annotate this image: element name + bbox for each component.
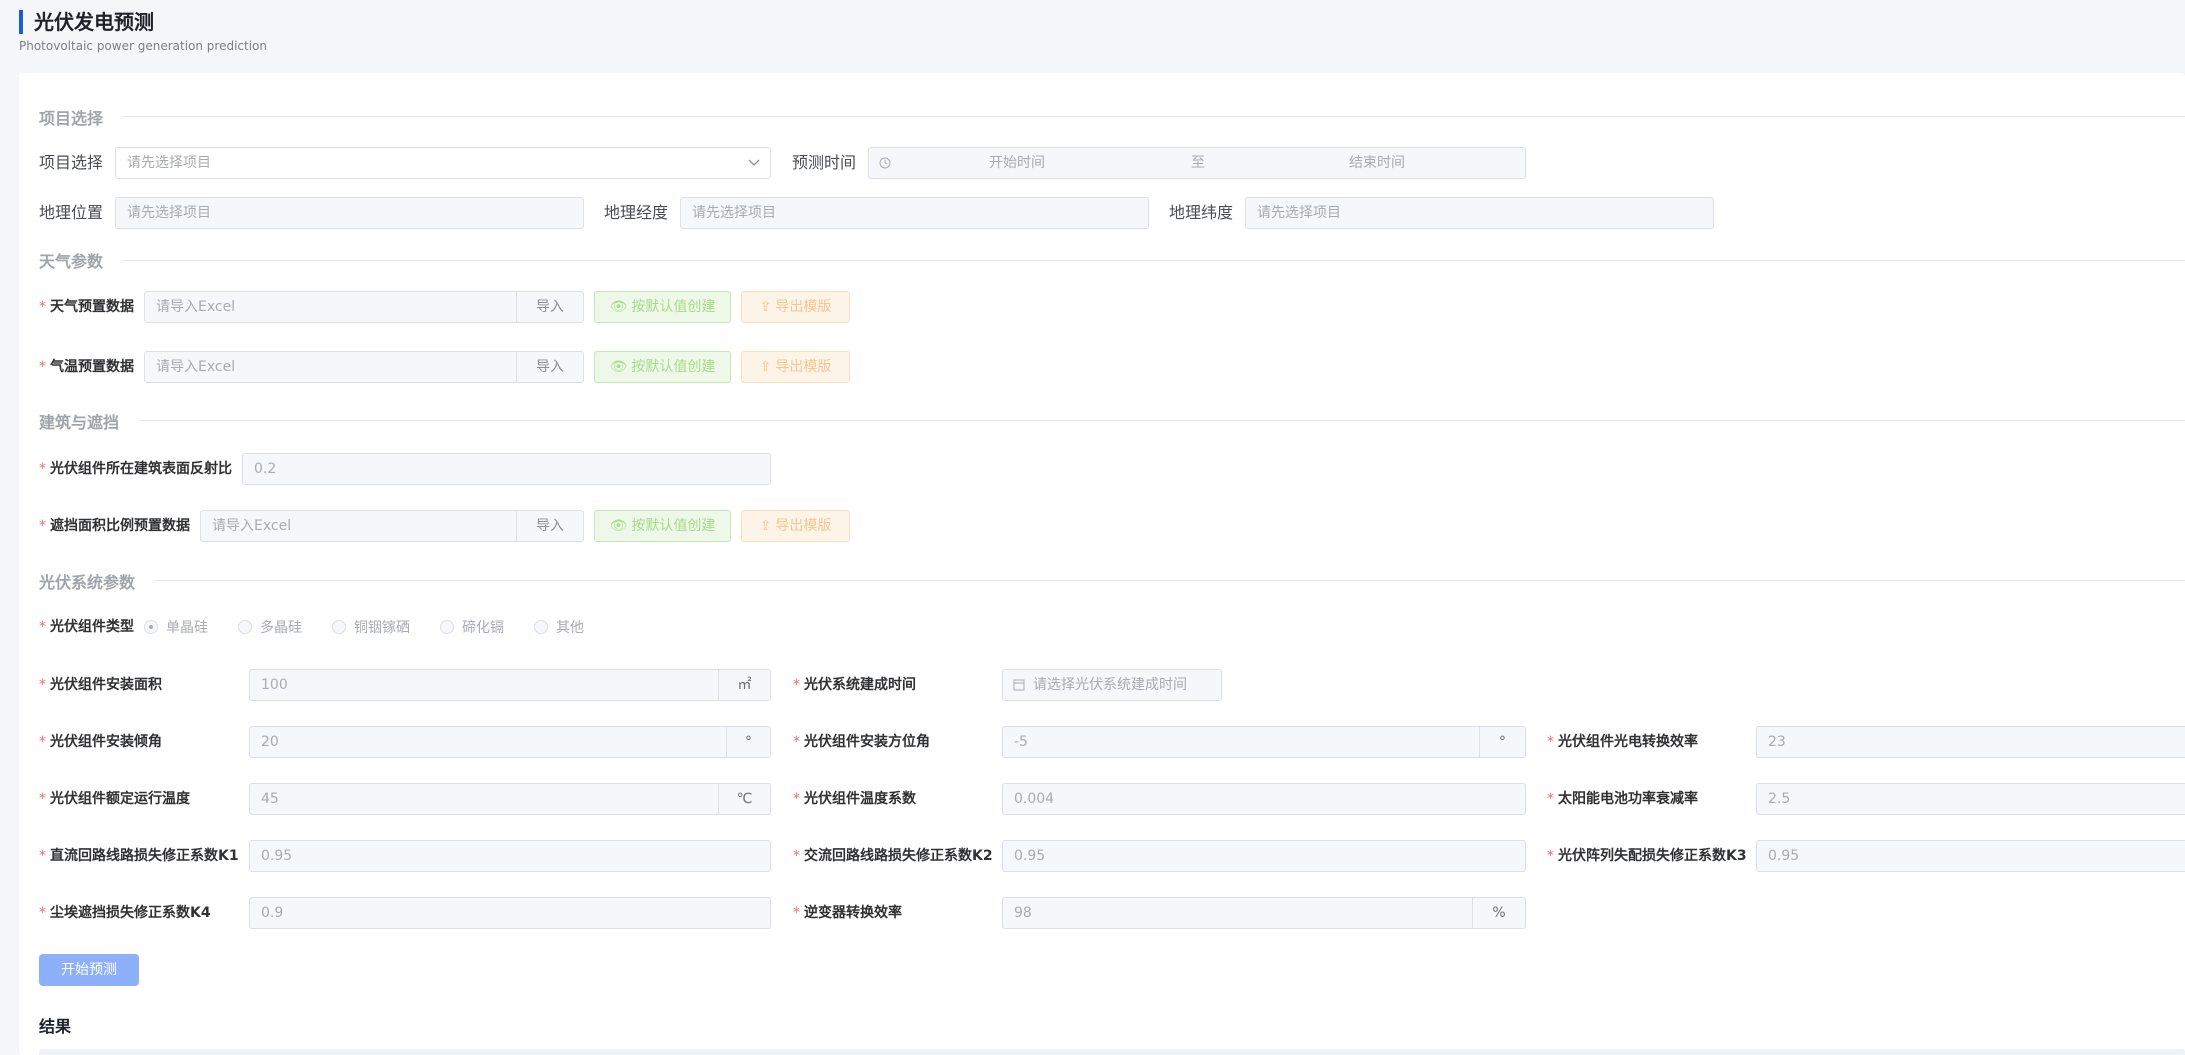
latitude-input[interactable]: 请先选择项目 — [1245, 197, 1714, 229]
forecast-time-range[interactable]: 开始时间 至 结束时间 — [868, 147, 1526, 179]
azimuth-input[interactable]: -5 ° — [1002, 726, 1526, 758]
temp-import-button[interactable]: 导入 — [517, 351, 584, 383]
build-time-picker[interactable]: 请选择光伏系统建成时间 — [1002, 669, 1222, 701]
section-title-pvsystem: 光伏系统参数 — [39, 573, 136, 592]
efficiency-input[interactable]: 23 — [1756, 726, 2185, 758]
area-unit: ㎡ — [718, 670, 770, 700]
weather-default-create-button[interactable]: 👁 按默认值创建 — [594, 291, 731, 323]
reflectance-input[interactable]: 0.2 — [242, 453, 771, 485]
weather-forecast-input[interactable]: 请导入Excel — [144, 291, 517, 323]
radio-cdte[interactable]: 碲化镉 — [440, 611, 504, 643]
temp-forecast-input[interactable]: 请导入Excel — [144, 351, 517, 383]
weather-export-template-button[interactable]: ⇪ 导出模版 — [741, 291, 850, 323]
results-title: 结果 — [39, 1017, 72, 1036]
inverter-input[interactable]: 98 % — [1002, 897, 1526, 929]
weather-forecast-label: * 天气预置数据 — [39, 299, 134, 315]
time-range-separator: 至 — [1191, 155, 1205, 171]
calendar-icon — [1013, 670, 1025, 700]
section-divider — [154, 580, 2185, 581]
inverter-label: * 逆变器转换效率 — [793, 905, 902, 921]
shading-default-create-button[interactable]: 👁 按默认值创建 — [594, 510, 731, 542]
rated-temp-label: * 光伏组件额定运行温度 — [39, 791, 190, 807]
project-select-placeholder: 请先选择项目 — [127, 155, 211, 171]
longitude-input[interactable]: 请先选择项目 — [680, 197, 1149, 229]
section-divider — [139, 420, 2185, 421]
time-start-placeholder: 开始时间 — [989, 155, 1045, 171]
temp-default-create-button[interactable]: 👁 按默认值创建 — [594, 351, 731, 383]
k1-label: * 直流回路线路损失修正系数K1 — [39, 848, 239, 864]
k4-label: * 尘埃遮挡损失修正系数K4 — [39, 905, 211, 921]
azimuth-unit: ° — [1479, 727, 1525, 757]
location-label: 地理位置 — [39, 203, 104, 222]
azimuth-label: * 光伏组件安装方位角 — [793, 734, 930, 750]
longitude-label: 地理经度 — [604, 203, 669, 222]
eye-icon: 👁 — [609, 359, 628, 375]
efficiency-label: * 光伏组件光电转换效率 — [1547, 734, 1698, 750]
radio-dot — [144, 620, 158, 634]
eye-icon: 👁 — [609, 299, 628, 315]
radio-cigs[interactable]: 铜铟镓硒 — [332, 611, 410, 643]
radio-poly-si[interactable]: 多晶硅 — [238, 611, 302, 643]
pv-type-radio-group: 单晶硅 多晶硅 铜铟镓硒 碲化镉 其他 — [144, 611, 584, 643]
section-title-building: 建筑与遮挡 — [39, 413, 120, 432]
k2-input[interactable]: 0.95 — [1002, 840, 1526, 872]
weather-import-button[interactable]: 导入 — [517, 291, 584, 323]
k3-input[interactable]: 0.95 — [1756, 840, 2185, 872]
export-icon: ⇪ — [759, 299, 772, 315]
k2-label: * 交流回路线路损失修正系数K2 — [793, 848, 993, 864]
radio-other[interactable]: 其他 — [534, 611, 584, 643]
temp-coef-input[interactable]: 0.004 — [1002, 783, 1526, 815]
reflectance-label: * 光伏组件所在建筑表面反射比 — [39, 461, 232, 477]
k3-label: * 光伏阵列失配损失修正系数K3 — [1547, 848, 1747, 864]
section-title-weather: 天气参数 — [39, 252, 104, 271]
area-input[interactable]: 100 ㎡ — [249, 669, 771, 701]
temp-forecast-label: * 气温预置数据 — [39, 359, 134, 375]
rated-temp-input[interactable]: 45 ℃ — [249, 783, 771, 815]
radio-dot — [238, 620, 252, 634]
eye-icon: 👁 — [609, 518, 628, 534]
clock-icon — [879, 148, 891, 178]
page-title: 光伏发电预测 — [19, 10, 154, 34]
tilt-label: * 光伏组件安装倾角 — [39, 734, 162, 750]
shading-import-button[interactable]: 导入 — [517, 510, 584, 542]
rated-temp-unit: ℃ — [718, 784, 770, 814]
chevron-down-icon — [748, 148, 760, 178]
shading-export-template-button[interactable]: ⇪ 导出模版 — [741, 510, 850, 542]
project-select[interactable]: 请先选择项目 — [115, 147, 771, 179]
k4-input[interactable]: 0.9 — [249, 897, 771, 929]
section-divider — [122, 260, 2185, 261]
inverter-unit: % — [1472, 898, 1525, 928]
results-area — [39, 1049, 2185, 1055]
start-prediction-button[interactable]: 开始预测 — [39, 954, 139, 986]
radio-dot — [440, 620, 454, 634]
section-title-project: 项目选择 — [39, 109, 104, 128]
section-divider — [122, 116, 2185, 117]
decay-input[interactable]: 2.5 — [1756, 783, 2185, 815]
tilt-unit: ° — [726, 727, 770, 757]
temp-export-template-button[interactable]: ⇪ 导出模版 — [741, 351, 850, 383]
export-icon: ⇪ — [759, 518, 772, 534]
shading-input[interactable]: 请导入Excel — [200, 510, 517, 542]
area-label: * 光伏组件安装面积 — [39, 677, 162, 693]
pv-type-label: * 光伏组件类型 — [39, 619, 134, 635]
radio-dot — [332, 620, 346, 634]
export-icon: ⇪ — [759, 359, 772, 375]
latitude-label: 地理纬度 — [1169, 203, 1234, 222]
project-select-label: 项目选择 — [39, 153, 104, 172]
location-input[interactable]: 请先选择项目 — [115, 197, 584, 229]
shading-label: * 遮挡面积比例预置数据 — [39, 518, 190, 534]
forecast-time-label: 预测时间 — [792, 153, 857, 172]
k1-input[interactable]: 0.95 — [249, 840, 771, 872]
page-subtitle: Photovoltaic power generation prediction — [19, 39, 267, 53]
decay-label: * 太阳能电池功率衰减率 — [1547, 791, 1698, 807]
time-end-placeholder: 结束时间 — [1349, 155, 1405, 171]
tilt-input[interactable]: 20 ° — [249, 726, 771, 758]
radio-dot — [534, 620, 548, 634]
temp-coef-label: * 光伏组件温度系数 — [793, 791, 916, 807]
build-time-label: * 光伏系统建成时间 — [793, 677, 916, 693]
radio-mono-si[interactable]: 单晶硅 — [144, 611, 208, 643]
